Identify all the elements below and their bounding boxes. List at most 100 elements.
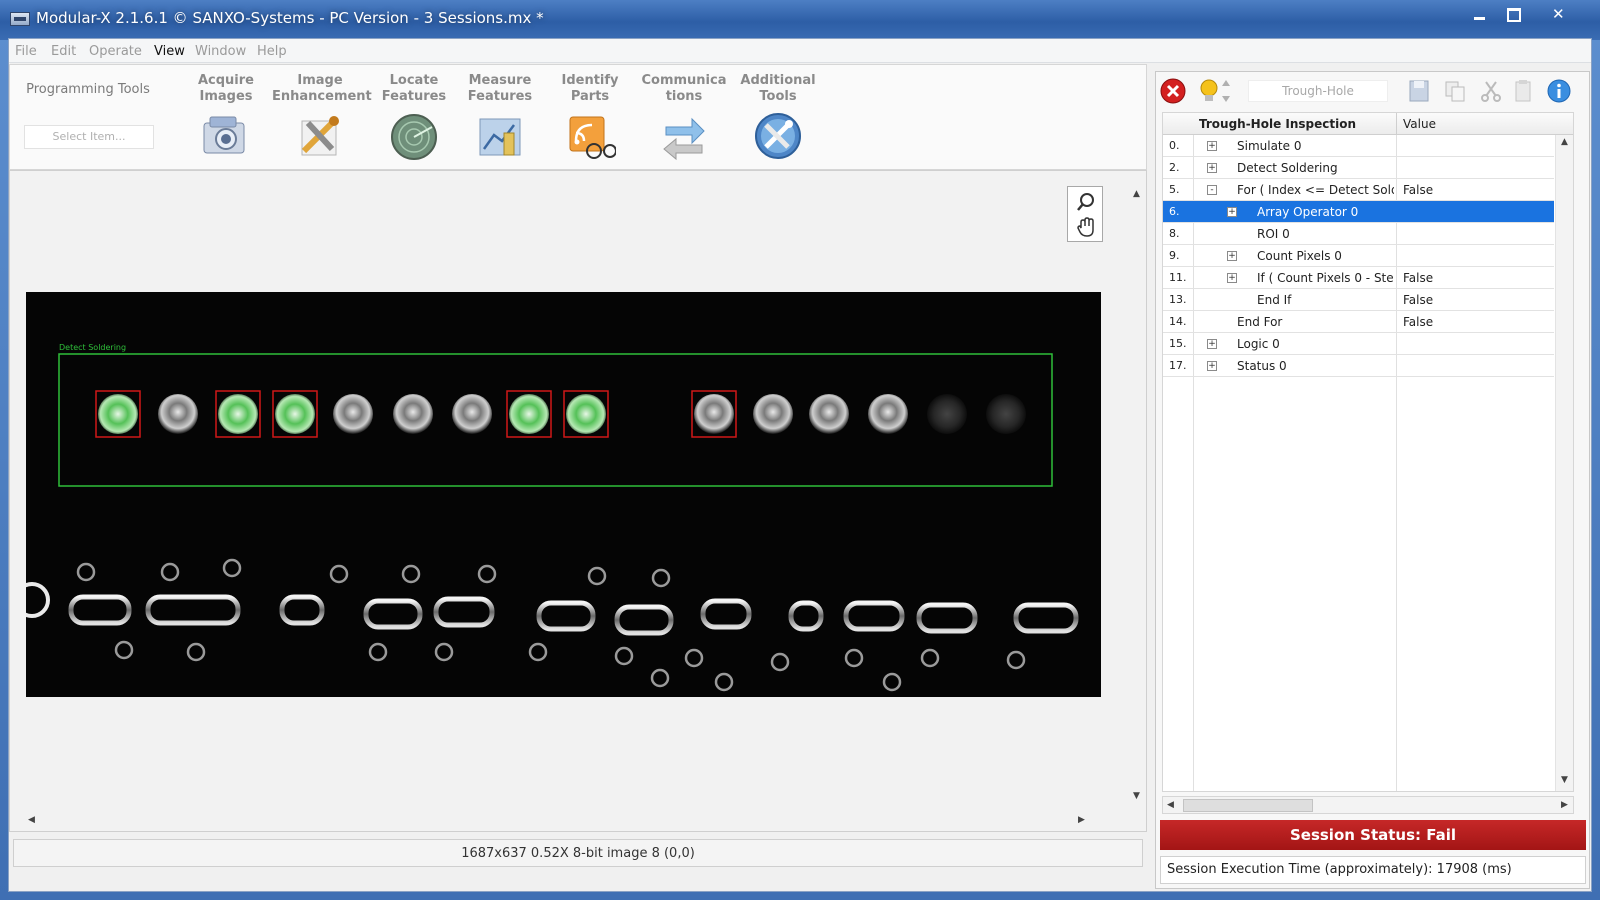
programming-tools-label: Programming Tools xyxy=(26,82,150,97)
tree-row-index: 6. xyxy=(1169,205,1180,218)
pcb-pad xyxy=(279,594,325,626)
acquire-images-button[interactable]: Acquire Images xyxy=(178,73,274,167)
maximize-button[interactable] xyxy=(1497,4,1529,26)
tree-row[interactable]: 13. End If False xyxy=(1163,289,1554,311)
measure-features-button[interactable]: Measure Features xyxy=(452,73,548,167)
tree-row[interactable]: 15. + Logic 0 xyxy=(1163,333,1554,355)
pan-hand-icon[interactable] xyxy=(1075,216,1097,238)
inspection-image-canvas: Detect Soldering xyxy=(26,343,1079,692)
tree-row[interactable]: 5. - For ( Index <= Detect Solde False xyxy=(1163,179,1554,201)
image-canvas-area[interactable]: Detect Soldering ▲ ▼ ◀ ▶ xyxy=(9,170,1147,832)
solder-joint xyxy=(452,394,492,434)
tree-scroll-up-arrow[interactable]: ▲ xyxy=(1561,137,1568,147)
pcb-pad xyxy=(916,602,978,634)
inspection-tree[interactable]: Trough-Hole Inspection Value 0. + Simulate… xyxy=(1162,112,1574,792)
zoom-icon[interactable] xyxy=(1075,191,1097,213)
expand-icon[interactable]: + xyxy=(1227,207,1237,217)
pcb-via-hole xyxy=(368,642,388,662)
menu-bar: File Edit Operate View Window Help xyxy=(9,39,1591,63)
tree-scroll-down-arrow[interactable]: ▼ xyxy=(1561,775,1568,785)
collapse-icon[interactable]: - xyxy=(1207,185,1217,195)
tree-row[interactable]: 0. + Simulate 0 xyxy=(1163,135,1554,157)
move-updown-icon[interactable] xyxy=(1220,78,1232,104)
pcb-via-hole xyxy=(222,558,242,578)
scroll-down-arrow[interactable]: ▼ xyxy=(1133,791,1140,801)
paste-icon[interactable] xyxy=(1510,78,1536,104)
tree-row-index: 9. xyxy=(1169,249,1180,262)
communications-button[interactable]: Communica tions xyxy=(636,73,732,167)
expand-icon[interactable]: + xyxy=(1207,163,1217,173)
pcb-via-hole xyxy=(920,648,940,668)
menu-view[interactable]: View xyxy=(154,44,185,59)
identify-parts-button[interactable]: Identify Parts xyxy=(542,73,638,167)
inspection-image[interactable]: Detect Soldering xyxy=(26,292,1101,697)
canvas-vertical-scrollbar[interactable]: ▲ ▼ xyxy=(1128,171,1146,831)
stop-icon[interactable] xyxy=(1160,78,1186,104)
scroll-right-arrow[interactable]: ▶ xyxy=(1078,815,1085,825)
pcb-pad xyxy=(788,600,824,632)
tree-row-index: 17. xyxy=(1169,359,1187,372)
close-button[interactable] xyxy=(1535,4,1583,26)
image-enhancement-label-2: Enhancement xyxy=(272,89,372,104)
pcb-via-hole xyxy=(614,646,634,666)
solder-joint xyxy=(509,394,549,434)
expand-icon[interactable]: + xyxy=(1207,339,1217,349)
image-enhancement-label-1: Image xyxy=(297,73,343,88)
tree-row[interactable]: 11. + If ( Count Pixels 0 - Step False xyxy=(1163,267,1554,289)
image-enhancement-button[interactable]: Image Enhancement xyxy=(272,73,372,167)
window-title: Modular-X 2.1.6.1 © SANXO-Systems - PC V… xyxy=(36,9,544,27)
session-name-field[interactable]: Trough-Hole xyxy=(1248,80,1388,102)
session-status-banner: Session Status: Fail xyxy=(1160,820,1586,850)
expand-icon[interactable]: + xyxy=(1207,361,1217,371)
view-tools-panel xyxy=(1067,186,1103,242)
title-bar: Modular-X 2.1.6.1 © SANXO-Systems - PC V… xyxy=(0,0,1600,40)
cut-icon[interactable] xyxy=(1478,78,1504,104)
locate-features-button[interactable]: Locate Features xyxy=(366,73,462,167)
scroll-up-arrow[interactable]: ▲ xyxy=(1133,189,1140,199)
tree-scroll-right-arrow[interactable]: ▶ xyxy=(1561,800,1568,810)
select-item-dropdown[interactable]: Select Item... xyxy=(24,125,154,149)
menu-help[interactable]: Help xyxy=(257,44,287,59)
tree-row-index: 2. xyxy=(1169,161,1180,174)
menu-edit[interactable]: Edit xyxy=(51,44,76,59)
expand-icon[interactable]: + xyxy=(1227,251,1237,261)
tree-vertical-scrollbar[interactable]: ▲ ▼ xyxy=(1555,135,1573,791)
inspection-panel: Trough-Hole Trough-Hole Inspection Value… xyxy=(1155,71,1590,889)
scroll-left-arrow[interactable]: ◀ xyxy=(28,815,35,825)
copy-icon[interactable] xyxy=(1442,78,1468,104)
expand-icon[interactable]: + xyxy=(1207,141,1217,151)
tree-row[interactable]: 6. + Array Operator 0 xyxy=(1163,201,1554,223)
tree-row-value: False xyxy=(1403,183,1434,197)
image-status-bar: 1687x637 0.52X 8-bit image 8 (0,0) xyxy=(13,839,1143,867)
additional-tools-button[interactable]: Additional Tools xyxy=(730,73,826,167)
communications-label-2: tions xyxy=(665,89,703,104)
tree-row-label: Status 0 xyxy=(1237,359,1287,373)
tree-row-label: For ( Index <= Detect Solde xyxy=(1237,183,1394,197)
tree-row-value: False xyxy=(1403,293,1434,307)
solder-joint xyxy=(868,394,908,434)
solder-joint xyxy=(158,394,198,434)
tree-row[interactable]: 2. + Detect Soldering xyxy=(1163,157,1554,179)
tree-scroll-left-arrow[interactable]: ◀ xyxy=(1167,800,1174,810)
info-icon[interactable] xyxy=(1546,78,1572,104)
tree-row[interactable]: 14. End For False xyxy=(1163,311,1554,333)
menu-file[interactable]: File xyxy=(15,44,37,59)
tree-row[interactable]: 9. + Count Pixels 0 xyxy=(1163,245,1554,267)
save-icon[interactable] xyxy=(1406,78,1432,104)
menu-operate[interactable]: Operate xyxy=(89,44,142,59)
tree-row[interactable]: 17. + Status 0 xyxy=(1163,355,1554,377)
canvas-horizontal-scrollbar[interactable]: ◀ ▶ xyxy=(10,813,1146,831)
tree-horizontal-scrollbar[interactable]: ◀ ▶ xyxy=(1162,796,1574,814)
pcb-mounting-hole xyxy=(26,582,50,618)
pcb-via-hole xyxy=(160,562,180,582)
arrows-icon xyxy=(663,117,705,161)
pcb-via-hole xyxy=(770,652,790,672)
minimize-button[interactable] xyxy=(1463,4,1495,26)
lightbulb-icon[interactable] xyxy=(1196,78,1222,104)
pcb-via-hole xyxy=(844,648,864,668)
expand-icon[interactable]: + xyxy=(1227,273,1237,283)
tree-scroll-thumb[interactable] xyxy=(1183,799,1313,812)
menu-window[interactable]: Window xyxy=(195,44,246,59)
tree-row[interactable]: 8. ROI 0 xyxy=(1163,223,1554,245)
pcb-via-hole xyxy=(684,648,704,668)
